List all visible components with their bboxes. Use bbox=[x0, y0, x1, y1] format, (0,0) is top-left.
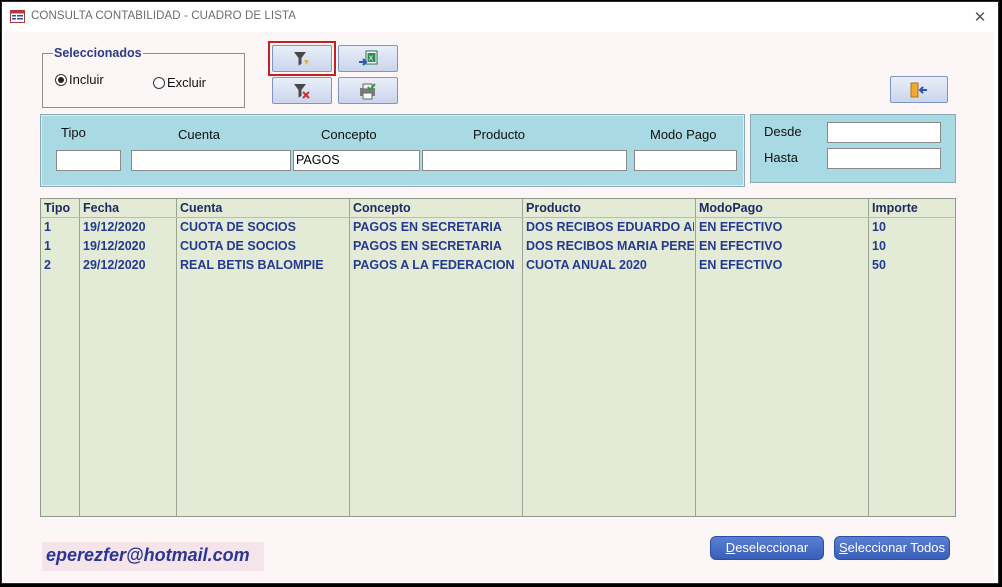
selection-legend: Seleccionados bbox=[53, 46, 143, 60]
cell-importe: 10 bbox=[872, 220, 886, 234]
printer-icon bbox=[360, 82, 376, 99]
header-divider bbox=[41, 217, 955, 218]
include-option[interactable]: Incluir bbox=[55, 72, 104, 87]
producto-input[interactable] bbox=[422, 150, 627, 171]
table-row[interactable]: 1 19/12/2020 CUOTA DE SOCIOS PAGOS EN SE… bbox=[41, 238, 955, 257]
cell-concepto: PAGOS EN SECRETARIA bbox=[353, 220, 502, 234]
cell-producto: DOS RECIBOS EDUARDO ARI bbox=[526, 220, 694, 234]
filter-panel: Tipo Cuenta Concepto Producto Modo Pago … bbox=[40, 114, 745, 187]
cell-tipo: 2 bbox=[44, 258, 51, 272]
concepto-label: Concepto bbox=[321, 127, 377, 142]
column-header-fecha: Fecha bbox=[83, 201, 120, 215]
svg-text:X: X bbox=[369, 54, 374, 62]
exclude-option[interactable]: Excluir bbox=[153, 75, 206, 90]
desde-label: Desde bbox=[764, 124, 802, 139]
hasta-label: Hasta bbox=[764, 150, 798, 165]
column-header-producto: Producto bbox=[526, 201, 581, 215]
tipo-label: Tipo bbox=[61, 125, 86, 140]
print-button[interactable] bbox=[338, 77, 398, 104]
cell-tipo: 1 bbox=[44, 239, 51, 253]
include-label: Incluir bbox=[69, 72, 104, 87]
cell-cuenta: REAL BETIS BALOMPIE bbox=[180, 258, 324, 272]
cell-tipo: 1 bbox=[44, 220, 51, 234]
column-header-importe: Importe bbox=[872, 201, 918, 215]
concepto-input[interactable]: PAGOS bbox=[293, 150, 420, 171]
date-range-panel: Desde Hasta bbox=[750, 114, 956, 183]
cuenta-label: Cuenta bbox=[178, 127, 220, 142]
producto-label: Producto bbox=[473, 127, 526, 142]
cell-concepto: PAGOS EN SECRETARIA bbox=[353, 239, 502, 253]
exclude-radio[interactable] bbox=[153, 76, 165, 89]
author-email: eperezfer@hotmail.com bbox=[46, 545, 250, 565]
results-listbox[interactable]: Tipo Fecha Cuenta Concepto Producto Modo… bbox=[40, 198, 956, 517]
app-window: CONSULTA CONTABILIDAD - CUADRO DE LISTA … bbox=[1, 1, 999, 584]
export-excel-button[interactable]: X bbox=[338, 45, 398, 72]
excel-export-icon: X bbox=[359, 50, 378, 66]
select-all-button[interactable]: Seleccionar Todos bbox=[834, 536, 950, 560]
table-row[interactable]: 1 19/12/2020 CUOTA DE SOCIOS PAGOS EN SE… bbox=[41, 219, 955, 238]
deselect-label: Deseleccionar bbox=[725, 540, 809, 555]
cell-cuenta: CUOTA DE SOCIOS bbox=[180, 239, 296, 253]
cell-modopago: EN EFECTIVO bbox=[699, 258, 783, 272]
tipo-input[interactable] bbox=[56, 150, 121, 171]
cell-fecha: 29/12/2020 bbox=[83, 258, 146, 272]
cell-importe: 10 bbox=[872, 239, 886, 253]
title-bar: CONSULTA CONTABILIDAD - CUADRO DE LISTA … bbox=[2, 2, 998, 32]
apply-filter-button[interactable] bbox=[272, 45, 332, 72]
window-title: CONSULTA CONTABILIDAD - CUADRO DE LISTA bbox=[31, 10, 297, 22]
deselect-button[interactable]: Deseleccionar bbox=[710, 536, 824, 560]
cell-producto: CUOTA ANUAL 2020 bbox=[526, 258, 647, 272]
cell-modopago: EN EFECTIVO bbox=[699, 239, 783, 253]
cell-cuenta: CUOTA DE SOCIOS bbox=[180, 220, 296, 234]
exit-button[interactable] bbox=[890, 76, 948, 103]
column-header-modopago: ModoPago bbox=[699, 201, 763, 215]
hasta-input[interactable] bbox=[827, 148, 941, 169]
remove-filter-button[interactable] bbox=[272, 77, 332, 104]
include-radio[interactable] bbox=[55, 73, 67, 86]
cell-fecha: 19/12/2020 bbox=[83, 239, 146, 253]
filter-icon bbox=[294, 51, 309, 65]
table-row[interactable]: 2 29/12/2020 REAL BETIS BALOMPIE PAGOS A… bbox=[41, 257, 955, 276]
modo-pago-input[interactable] bbox=[634, 150, 737, 171]
form-body: Seleccionados Incluir Excluir X Tipo Cue… bbox=[4, 32, 994, 582]
column-header-cuenta: Cuenta bbox=[180, 201, 223, 215]
cell-producto: DOS RECIBOS MARIA PEREZ bbox=[526, 239, 694, 253]
selection-group: Seleccionados Incluir Excluir bbox=[42, 46, 245, 108]
column-header-tipo: Tipo bbox=[44, 201, 71, 215]
close-icon: ✕ bbox=[973, 8, 987, 26]
exit-door-icon bbox=[910, 82, 927, 97]
select-all-label: Seleccionar Todos bbox=[839, 540, 945, 555]
desde-input[interactable] bbox=[827, 122, 941, 143]
cell-fecha: 19/12/2020 bbox=[83, 220, 146, 234]
modo-pago-label: Modo Pago bbox=[650, 127, 717, 142]
cell-modopago: EN EFECTIVO bbox=[699, 220, 783, 234]
close-button[interactable]: ✕ bbox=[966, 5, 994, 29]
column-header-concepto: Concepto bbox=[353, 201, 411, 215]
form-icon bbox=[10, 10, 25, 23]
cell-importe: 50 bbox=[872, 258, 886, 272]
cuenta-input[interactable] bbox=[131, 150, 291, 171]
email-box: eperezfer@hotmail.com bbox=[42, 542, 264, 571]
cell-concepto: PAGOS A LA FEDERACION bbox=[353, 258, 515, 272]
filter-clear-icon bbox=[294, 83, 310, 99]
exclude-label: Excluir bbox=[167, 75, 207, 90]
